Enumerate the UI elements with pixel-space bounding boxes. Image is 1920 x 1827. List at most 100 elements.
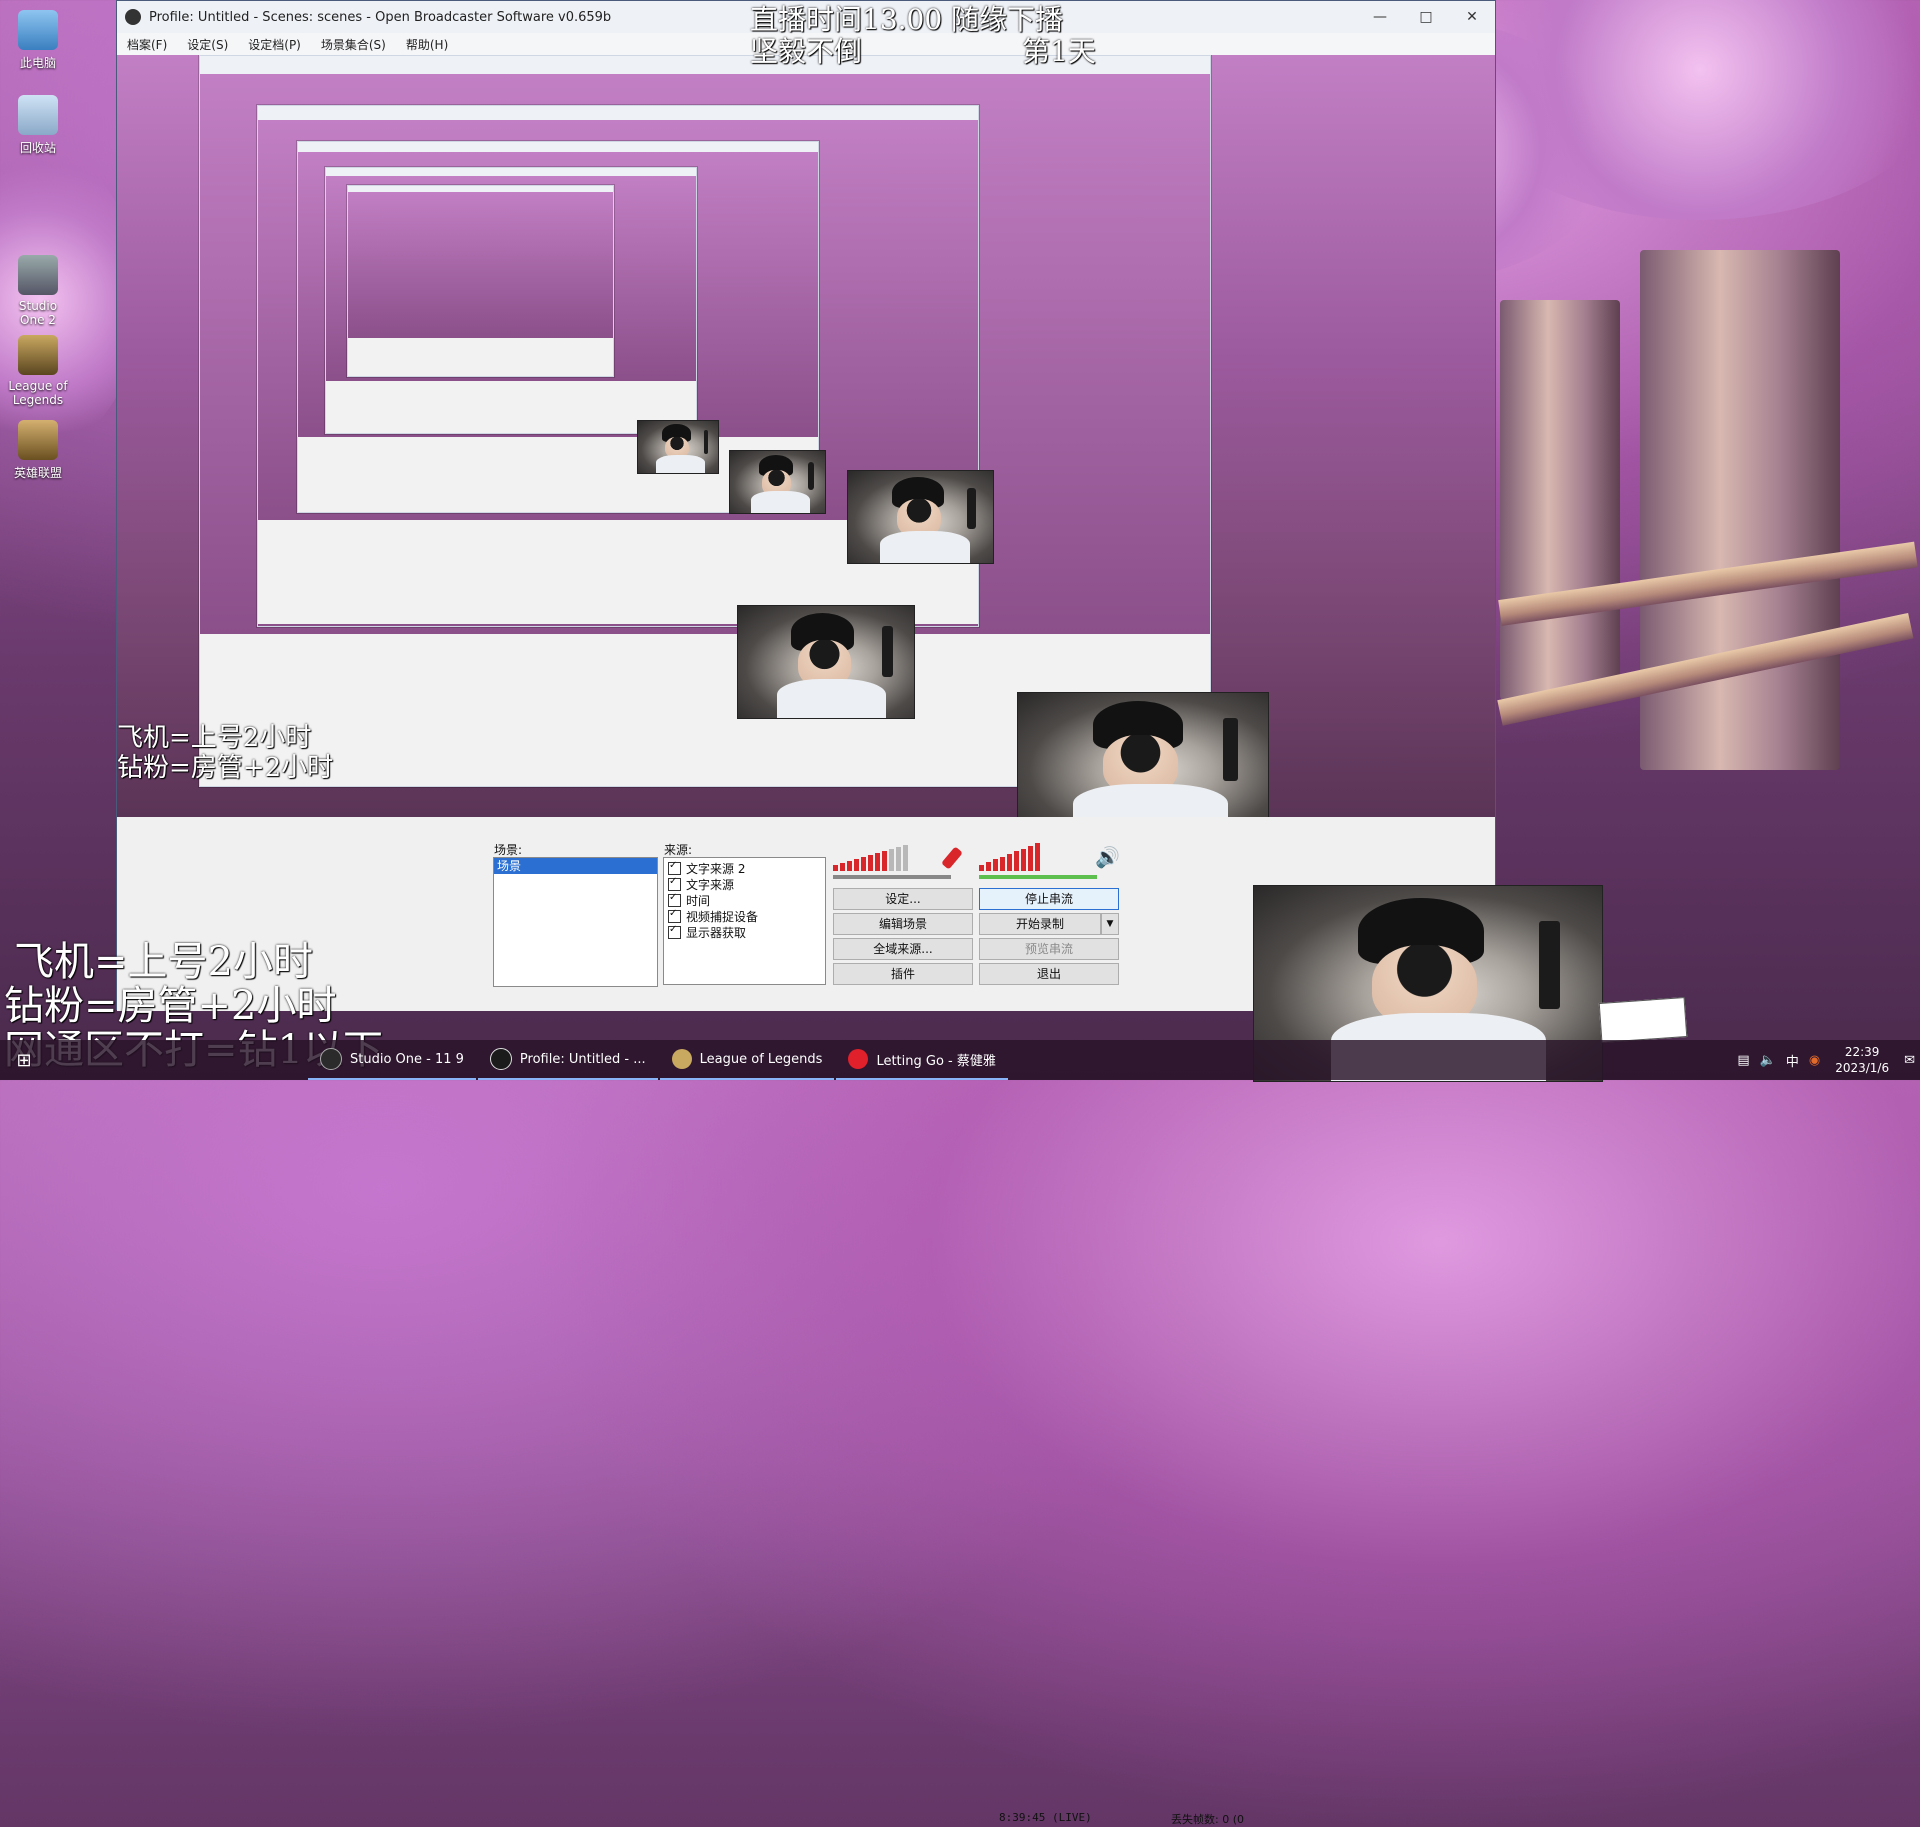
overlay-line: 飞机=上号2小时: [14, 939, 313, 985]
webcam-feed: [637, 420, 719, 474]
taskbar-item-label: Letting Go - 蔡健雅: [876, 1053, 996, 1069]
preview-overlay-rules: 飞机=上号2小时 钻粉=房管+2小时: [117, 723, 333, 783]
start-record-button[interactable]: 开始录制: [979, 913, 1101, 935]
desktop-icon-label: Studio One 2: [18, 299, 58, 327]
netease-music-icon: [848, 1049, 869, 1069]
obs-window[interactable]: Profile: Untitled - Scenes: scenes - Ope…: [116, 0, 1496, 1826]
taskbar-item-label: League of Legends: [699, 1051, 823, 1067]
exit-button[interactable]: 退出: [979, 963, 1119, 985]
checkbox[interactable]: [668, 908, 681, 923]
checkbox[interactable]: [668, 892, 681, 907]
checkbox[interactable]: [668, 860, 681, 875]
windows-start-icon[interactable]: ⊞: [0, 1040, 48, 1080]
taskbar-item-music[interactable]: Letting Go - 蔡健雅: [836, 1040, 1008, 1080]
menu-settings[interactable]: 设定(S): [177, 36, 238, 53]
dropped-frames-status: 丢失帧数: 0 (0: [1171, 1813, 1244, 1826]
maximize-icon[interactable]: □: [1403, 1, 1449, 33]
source-item[interactable]: 文字来源: [664, 876, 825, 892]
overlay-line: 钻粉=房管+2小时: [4, 983, 337, 1029]
settings-button[interactable]: 设定...: [833, 888, 973, 910]
global-sources-button[interactable]: 全域来源...: [833, 938, 973, 960]
preview-stream-button[interactable]: 预览串流: [979, 938, 1119, 960]
mic-volume-meter[interactable]: [833, 845, 908, 871]
desktop-icon-studio-one[interactable]: Studio One 2: [6, 255, 70, 327]
desktop-icon-recycle-bin[interactable]: 回收站: [6, 95, 70, 156]
computer-icon: [18, 10, 58, 50]
ime-indicator[interactable]: 中: [1786, 1051, 1799, 1070]
wallpaper-lantern: [1640, 250, 1840, 770]
webcam-feed: [1017, 692, 1269, 817]
source-item[interactable]: 视频捕捉设备: [664, 908, 825, 924]
source-label: 时间: [686, 893, 711, 908]
webcam-feed: [729, 450, 826, 514]
obs-app-icon: [125, 9, 141, 25]
menu-file[interactable]: 档案(F): [117, 36, 177, 53]
menu-help[interactable]: 帮助(H): [396, 36, 458, 53]
scenes-label: 场景:: [494, 843, 523, 857]
scene-item[interactable]: 场景: [494, 858, 657, 874]
desktop-icon-this-pc[interactable]: 此电脑: [6, 10, 70, 71]
source-label: 显示器获取: [686, 925, 747, 940]
edit-scene-button[interactable]: 编辑场景: [833, 913, 973, 935]
stream-time-status: 8:39:45 (LIVE): [999, 1811, 1092, 1824]
microphone-icon[interactable]: [941, 846, 963, 870]
taskbar-item-studio-one[interactable]: Studio One - 11 9: [308, 1040, 476, 1080]
record-dropdown-button[interactable]: ▼: [1101, 913, 1119, 935]
source-item[interactable]: 时间: [664, 892, 825, 908]
desktop-icon-label: 回收站: [19, 141, 56, 155]
menu-profile[interactable]: 设定档(P): [238, 36, 311, 53]
league-of-legends-icon: [671, 1049, 692, 1069]
recycle-bin-icon: [18, 95, 58, 135]
taskbar-item-league[interactable]: League of Legends: [659, 1040, 835, 1080]
menu-scene-collection[interactable]: 场景集合(S): [311, 36, 396, 53]
app-tray-icon[interactable]: ◉: [1809, 1053, 1820, 1068]
wallpaper-lantern: [1500, 300, 1620, 700]
source-item[interactable]: 显示器获取: [664, 924, 825, 940]
volume-icon[interactable]: 🔈: [1760, 1053, 1776, 1068]
network-icon[interactable]: ▤: [1737, 1053, 1749, 1068]
taskbar-item-obs[interactable]: Profile: Untitled - ...: [477, 1040, 658, 1080]
clock[interactable]: 22:39 2023/1/6: [1835, 1044, 1889, 1076]
desktop-icon-league-of-legends[interactable]: League of Legends: [6, 335, 70, 407]
taskbar-item-label: Profile: Untitled - ...: [519, 1051, 646, 1067]
league-of-legends-icon: [18, 420, 58, 460]
desktop-volume-slider[interactable]: [979, 875, 1097, 879]
source-label: 文字来源: [686, 877, 735, 892]
league-of-legends-icon: [18, 335, 58, 375]
stop-stream-button[interactable]: 停止串流: [979, 888, 1119, 910]
sources-label: 来源:: [664, 843, 693, 857]
taskbar-item-label: Studio One - 11 9: [350, 1051, 464, 1067]
studio-one-icon: [18, 255, 58, 295]
desktop-icon-label: League of Legends: [8, 379, 68, 407]
overlay-line: 飞机=上号2小时: [117, 723, 312, 753]
plugins-button[interactable]: 插件: [833, 963, 973, 985]
source-item[interactable]: 文字来源 2: [664, 860, 825, 876]
recursive-capture: [347, 185, 614, 377]
clock-date: 2023/1/6: [1835, 1061, 1890, 1075]
desktop-icon-label: 英雄联盟: [13, 466, 62, 480]
desktop-icon-lol-cn[interactable]: 英雄联盟: [6, 420, 70, 481]
minimize-icon[interactable]: —: [1357, 1, 1403, 33]
cat-sticker: [1598, 997, 1688, 1043]
speaker-icon[interactable]: 🔊: [1095, 845, 1120, 869]
webcam-feed: [847, 470, 994, 564]
source-label: 视频捕捉设备: [686, 909, 759, 924]
system-tray: ▤ 🔈 中 ◉ 22:39 2023/1/6 ✉: [1732, 1040, 1920, 1080]
desktop-volume-meter[interactable]: [979, 843, 1040, 871]
notification-icon[interactable]: ✉: [1904, 1053, 1915, 1068]
checkbox[interactable]: [668, 876, 681, 891]
close-icon[interactable]: ✕: [1449, 1, 1495, 33]
webcam-feed: [737, 605, 915, 719]
source-label: 文字来源 2: [686, 861, 746, 876]
checkbox[interactable]: [668, 924, 681, 939]
overlay-line: 钻粉=房管+2小时: [117, 753, 334, 783]
obs-app-icon: [489, 1048, 512, 1070]
mic-volume-slider[interactable]: [833, 875, 951, 879]
scenes-list[interactable]: 场景: [493, 857, 658, 987]
sources-list[interactable]: 文字来源 2 文字来源 时间 视频捕捉设备 显示器获取: [663, 857, 826, 985]
overlay-motto: 坚毅不倒: [750, 35, 863, 68]
taskbar: ⊞ Studio One - 11 9 Profile: Untitled - …: [0, 1040, 1920, 1080]
clock-time: 22:39: [1844, 1045, 1880, 1059]
stream-preview: 飞机=上号2小时 钻粉=房管+2小时: [117, 55, 1495, 817]
overlay-day-count: 第1天: [1022, 35, 1096, 68]
